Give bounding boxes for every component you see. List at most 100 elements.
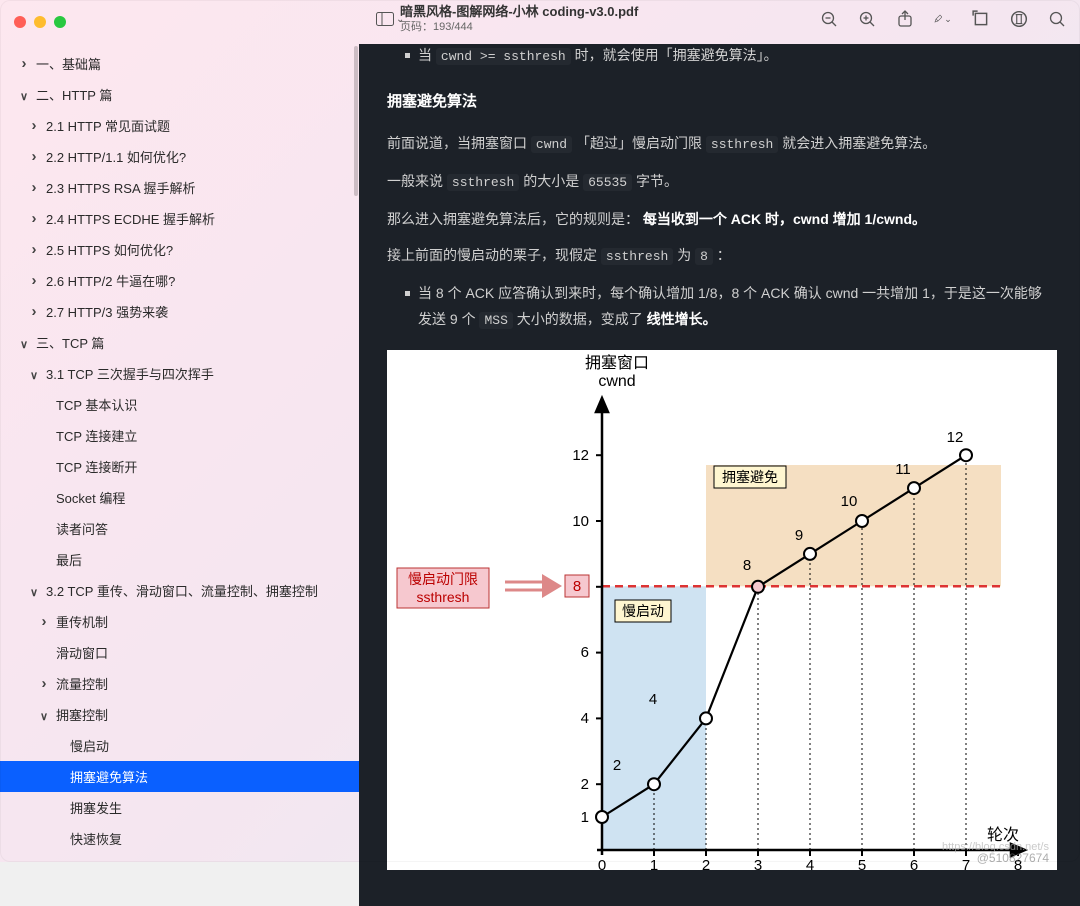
sidebar-item-label: 慢启动: [70, 736, 109, 755]
svg-text:3: 3: [754, 857, 762, 870]
sidebar-item[interactable]: 最后: [0, 544, 359, 575]
sidebar-item-label: 2.1 HTTP 常见面试题: [46, 116, 170, 135]
chevron-down-icon: [18, 87, 30, 103]
point-label: 12: [947, 429, 964, 446]
nav-list: 一、基础篇二、HTTP 篇 2.1 HTTP 常见面试题 2.2 HTTP/1.1 …: [0, 48, 359, 862]
point-label: 2: [613, 757, 621, 774]
chevron-right-icon: [28, 303, 40, 320]
sidebar-item[interactable]: 二、HTTP 篇: [0, 79, 359, 110]
chevron-right-icon: [28, 210, 40, 227]
sidebar-icon: [376, 12, 394, 26]
sidebar-item-label: 3.1 TCP 三次握手与四次挥手: [46, 364, 214, 383]
toolbar-right: ⌄: [820, 10, 1066, 28]
sidebar-item-label: 重传机制: [56, 612, 108, 631]
sidebar-item[interactable]: 2.6 HTTP/2 牛逼在哪?: [0, 265, 359, 296]
sidebar-item[interactable]: TCP 基本认识: [0, 389, 359, 420]
chevron-right-icon: [28, 179, 40, 196]
document-content[interactable]: 当 cwnd >= ssthresh 时，就会使用「拥塞避免算法」。 拥塞避免算…: [359, 44, 1080, 906]
bullet-item: 当 cwnd >= ssthresh 时，就会使用「拥塞避免算法」。: [387, 44, 1052, 70]
scrollbar[interactable]: [354, 46, 358, 196]
svg-text:5: 5: [858, 857, 866, 870]
sidebar-item[interactable]: 2.1 HTTP 常见面试题: [0, 110, 359, 141]
point-label: 11: [895, 461, 911, 478]
point-label: 9: [795, 527, 803, 544]
sidebar-item-label: 拥塞控制: [56, 705, 108, 724]
ssthresh-label-1: 慢启动门限: [408, 571, 478, 587]
search-button[interactable]: [1048, 10, 1066, 28]
svg-text:7: 7: [962, 857, 970, 870]
sidebar-item[interactable]: 拥塞发生: [0, 792, 359, 823]
sidebar-item-label: TCP 连接建立: [56, 426, 137, 445]
sidebar-item[interactable]: 2.4 HTTPS ECDHE 握手解析: [0, 203, 359, 234]
sidebar-item[interactable]: 2.5 HTTPS 如何优化?: [0, 234, 359, 265]
sidebar-item[interactable]: 拥塞算法示意图: [0, 854, 359, 862]
inline-code: cwnd: [531, 136, 572, 153]
sidebar-item-label: TCP 基本认识: [56, 395, 137, 414]
sidebar-item[interactable]: 拥塞控制: [0, 699, 359, 730]
sidebar-item-label: 三、TCP 篇: [36, 333, 104, 352]
sidebar-item[interactable]: 拥塞避免算法: [0, 761, 359, 792]
chart-title-1: 拥塞窗口: [585, 354, 649, 372]
maximize-icon[interactable]: [54, 16, 66, 28]
point-label: 8: [743, 557, 751, 574]
sidebar-item[interactable]: 2.2 HTTP/1.1 如何优化?: [0, 141, 359, 172]
sidebar-item[interactable]: 重传机制: [0, 606, 359, 637]
app-window: ⌄ 暗黑风格-图解网络-小林 coding-v3.0.pdf 页码：193/44…: [0, 0, 1080, 862]
minimize-icon[interactable]: [34, 16, 46, 28]
sidebar-item[interactable]: 2.3 HTTPS RSA 握手解析: [0, 172, 359, 203]
arrow-icon: [505, 574, 562, 598]
sidebar-item-label: 3.2 TCP 重传、滑动窗口、流量控制、拥塞控制: [46, 581, 318, 600]
sidebar-item[interactable]: 读者问答: [0, 513, 359, 544]
sidebar-item-label: 读者问答: [56, 519, 108, 538]
sidebar-item-label: 2.7 HTTP/3 强势来袭: [46, 302, 168, 321]
chevron-down-icon: [28, 583, 40, 599]
sidebar-item[interactable]: 滑动窗口: [0, 637, 359, 668]
chevron-right-icon: [38, 675, 50, 692]
svg-text:4: 4: [806, 857, 814, 870]
sidebar-item[interactable]: TCP 连接建立: [0, 420, 359, 451]
chevron-down-icon: [38, 707, 50, 723]
sidebar-item[interactable]: 三、TCP 篇: [0, 327, 359, 358]
y-tick-label: 2: [581, 776, 589, 793]
chart-title-2: cwnd: [598, 373, 635, 390]
chevron-right-icon: [28, 272, 40, 289]
sidebar-item[interactable]: Socket 编程: [0, 482, 359, 513]
sidebar-item-label: TCP 连接断开: [56, 457, 137, 476]
zoom-in-button[interactable]: [858, 10, 876, 28]
chevron-right-icon: [28, 117, 40, 134]
inline-code: cwnd >= ssthresh: [436, 48, 571, 65]
highlight-button[interactable]: [1010, 10, 1028, 28]
sidebar-item[interactable]: TCP 连接断开: [0, 451, 359, 482]
share-button[interactable]: [896, 10, 914, 28]
svg-text:0: 0: [598, 857, 606, 870]
bullet-item: 当 8 个 ACK 应答确认到来时，每个确认增加 1/8，8 个 ACK 确认 …: [387, 280, 1052, 334]
close-icon[interactable]: [14, 16, 26, 28]
sidebar[interactable]: 一、基础篇二、HTTP 篇 2.1 HTTP 常见面试题 2.2 HTTP/1.1 …: [0, 0, 359, 862]
region-slow-start: [602, 586, 706, 850]
zoom-out-button[interactable]: [820, 10, 838, 28]
bullet-icon: [405, 53, 410, 58]
sidebar-item-label: 2.5 HTTPS 如何优化?: [46, 240, 173, 259]
sidebar-item-label: 流量控制: [56, 674, 108, 693]
sidebar-item-label: 拥塞发生: [70, 798, 122, 817]
watermark: @510827674: [977, 847, 1049, 870]
inline-code: ssthresh: [601, 248, 673, 265]
sidebar-item[interactable]: 3.2 TCP 重传、滑动窗口、流量控制、拥塞控制: [0, 575, 359, 606]
sidebar-item[interactable]: 一、基础篇: [0, 48, 359, 79]
text: 当: [418, 47, 436, 63]
rotate-button[interactable]: [972, 10, 990, 28]
ssthresh-value: 8: [573, 578, 581, 595]
slow-start-label: 慢启动: [622, 603, 664, 619]
sidebar-item[interactable]: 2.7 HTTP/3 强势来袭: [0, 296, 359, 327]
sidebar-item-label: 2.4 HTTPS ECDHE 握手解析: [46, 209, 215, 228]
sidebar-item[interactable]: 3.1 TCP 三次握手与四次挥手: [0, 358, 359, 389]
sidebar-item[interactable]: 慢启动: [0, 730, 359, 761]
svg-text:2: 2: [702, 857, 710, 870]
sidebar-item-label: 一、基础篇: [36, 54, 101, 73]
annotate-button[interactable]: ⌄: [934, 10, 952, 28]
inline-code: MSS: [479, 312, 512, 329]
sidebar-item[interactable]: 流量控制: [0, 668, 359, 699]
sidebar-item[interactable]: 快速恢复: [0, 823, 359, 854]
y-tick-label: 6: [581, 644, 589, 661]
inline-code: ssthresh: [706, 136, 778, 153]
